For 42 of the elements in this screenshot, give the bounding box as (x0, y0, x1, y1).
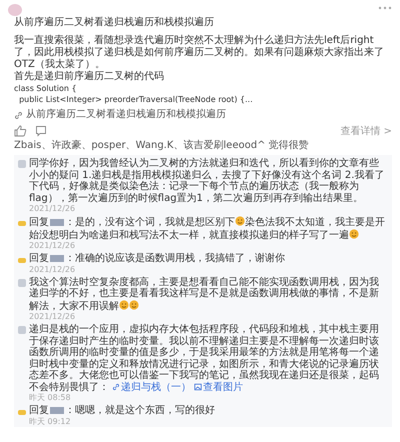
comment-time: 2021/12/26 (29, 204, 76, 214)
link-icon (14, 110, 23, 120)
emoji-icon (119, 300, 129, 310)
article-link[interactable]: 从前序遍历二叉树看递归栈遍历和栈模拟遍历 (26, 109, 226, 121)
post-title: 从前序遍历二叉树看递归栈遍历和栈模拟遍历 (14, 16, 215, 29)
replier-avatar (18, 221, 26, 226)
avatar (8, 4, 22, 16)
commenter-avatar (18, 278, 26, 286)
paragraph: 首先是递归前序遍历二叉树的代码 (14, 71, 165, 83)
likers-text: Zbais、许政豪、posper、Wang.K、该吉爱刷leeood^ 觉得很赞 (14, 140, 310, 152)
emoji-icon (235, 216, 245, 226)
emoji-icon (349, 228, 359, 238)
note-link[interactable]: 递归与栈（一） (112, 382, 191, 392)
comment-icon[interactable] (35, 125, 47, 137)
comment-text: 回复 ：准确的说应该是函数调用栈，我搞错了，谢谢你 (29, 253, 286, 264)
comment-text: 回复 ：是的，没有这个词，我就是想区别下 染色法我不太知道，我主要是开始没想明白为啥递归和栈写法不太一样，就直接模拟递归的样子写了一遍 (29, 216, 386, 241)
blurred-username (50, 218, 64, 226)
comment-time: 2021/12/26 (29, 241, 76, 251)
blurred-username (50, 406, 64, 414)
view-details-link[interactable]: 查看详情 > (340, 124, 392, 138)
comment-time: 2021/12/26 (29, 312, 76, 322)
comment-text: 同学你好，因为我曾经认为二叉树的方法就递归和迭代，所以看到你的文章有些小小的疑问 1.递归栈是指用栈模拟递归么，去搜了下好像没有这个名词 2.我看了下代码，好像就是类似染色法：记录一下每个节点的遍历状态（我一般称为flag），第一次遍历到的时候flag置为1，第二次遍历到再存到输出结果里。 (29, 158, 386, 204)
replier-avatar (18, 258, 26, 263)
comment-time: 昨天 09:12 (29, 416, 72, 426)
comment-text: 回复 ：嗯嗯，就是这个东西，写的很好 (29, 405, 216, 416)
more-icon[interactable] (378, 6, 392, 10)
comment-time: 昨天 08:58 (29, 393, 72, 403)
code-line: class Solution { (14, 83, 78, 94)
paragraph: 我一直搜索很菜，看随想录迭代遍历时突然不太理解为什么递归方法先left后right了，因此用栈模拟了递归栈是如何前序遍历二叉树的。如果有问题麻烦大家指出来了OTZ（我太菜了）。 (14, 35, 385, 70)
commenter-avatar (18, 326, 26, 334)
comment-text: 我这个算法时空复杂度都高，主要是想看看自己能不能实现函数调用栈，因为我递归学的不好，也主要是看看我这样写是不是就是函数调用栈做的事情，不是新解法，大家不用误解 (29, 276, 380, 312)
view-image-link[interactable]: 查看图片 (194, 382, 243, 392)
comment-time: 2021/12/26 (29, 264, 76, 274)
comment-text: 递归是栈的一个应用，虚拟内存大体包括程序段，代码段和堆栈，其中栈主要用于保存递归时产生的临时变量。我以前不理解递归主要是不理解每一次递归时该函数所调用的临时变量的值是多少，于是我采用最笨的方法就是用笔将每一个递归时栈中变量的定义和释放情况进行记录，如图所示，和青大佬说的记录遍历状态差不多。大佬您也可以借鉴一下我写的笔记，虽然我现在递归还是很菜，起码不会特别畏惧了： 递归与栈（一） 查看图片 (29, 324, 380, 393)
emoji-icon (129, 300, 139, 310)
commenter-avatar (18, 160, 26, 168)
link-icon (112, 382, 120, 390)
image-icon (194, 382, 202, 390)
blurred-username (50, 254, 64, 262)
replier-avatar (18, 410, 26, 415)
like-icon[interactable] (14, 125, 27, 137)
code-line: public List<Integer> preorderTraversal(TreeNode root) {... (18, 94, 254, 105)
